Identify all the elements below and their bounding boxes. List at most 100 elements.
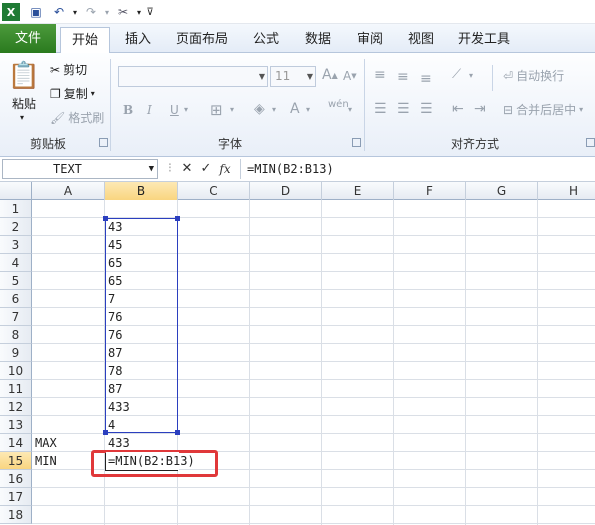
cell-b12[interactable]: 433	[106, 398, 179, 416]
row-header-15[interactable]: 15	[0, 452, 32, 470]
row-header-7[interactable]: 7	[0, 308, 32, 326]
wrap-text-button[interactable]: ⏎ 自动换行	[503, 67, 564, 84]
tab-view[interactable]: 视图	[401, 27, 441, 53]
cell-b4[interactable]: 65	[106, 254, 179, 272]
align-top-icon[interactable]: ≡	[374, 67, 386, 83]
font-size-combo[interactable]: 11 ▼	[270, 66, 316, 87]
fill-color-dropdown-icon[interactable]: ▾	[272, 105, 276, 114]
row-header-2[interactable]: 2	[0, 218, 32, 236]
align-bottom-icon[interactable]: ≡	[420, 71, 432, 87]
format-painter-button[interactable]: 🖌 格式刷	[50, 109, 104, 126]
name-box[interactable]: TEXT ▼	[2, 159, 158, 179]
quick-access-toolbar: X ▣ ↶ ▾ ↷ ▾ ✂ ▾ ⊽	[0, 0, 595, 24]
bold-icon[interactable]: B	[123, 103, 133, 117]
align-right-icon[interactable]: ☰	[420, 101, 433, 117]
align-center-icon[interactable]: ☰	[397, 101, 410, 117]
row-header-14[interactable]: 14	[0, 434, 32, 452]
decrease-indent-icon[interactable]: ⇤	[452, 101, 464, 117]
orientation-icon[interactable]: ⟋	[452, 67, 461, 82]
shrink-font-icon[interactable]: A ▼	[343, 69, 357, 83]
column-header-d[interactable]: D	[250, 182, 322, 200]
row-header-17[interactable]: 17	[0, 488, 32, 506]
row-header-3[interactable]: 3	[0, 236, 32, 254]
row-header-11[interactable]: 11	[0, 380, 32, 398]
font-color-dropdown-icon[interactable]: ▾	[306, 105, 310, 114]
column-header-f[interactable]: F	[394, 182, 466, 200]
alignment-launcher-icon[interactable]	[586, 138, 595, 147]
font-color-icon[interactable]: A	[290, 101, 300, 117]
tab-home[interactable]: 开始	[60, 27, 110, 54]
orientation-dropdown-icon[interactable]: ▾	[469, 71, 473, 80]
row-header-10[interactable]: 10	[0, 362, 32, 380]
cell-b11[interactable]: 87	[106, 380, 179, 398]
underline-icon[interactable]: U	[170, 103, 179, 117]
paste-dropdown-icon[interactable]: ▾	[20, 113, 24, 122]
tab-data[interactable]: 数据	[298, 27, 338, 53]
font-launcher-icon[interactable]	[352, 138, 361, 147]
cell-a15[interactable]: MIN	[33, 452, 106, 470]
tab-review[interactable]: 审阅	[350, 27, 390, 53]
cell-b15[interactable]: =MIN(B2:B13)	[106, 452, 195, 470]
tab-formulas[interactable]: 公式	[246, 27, 286, 53]
cell-b13[interactable]: 4	[106, 416, 179, 434]
row-header-5[interactable]: 5	[0, 272, 32, 290]
row-header-9[interactable]: 9	[0, 344, 32, 362]
cancel-icon[interactable]: ✕	[179, 160, 195, 178]
fill-color-icon[interactable]: ◈	[254, 101, 265, 117]
paste-icon[interactable]: 📋	[8, 59, 40, 93]
cell-b9[interactable]: 87	[106, 344, 179, 362]
borders-icon[interactable]: ⊞	[210, 101, 223, 119]
cell-b7[interactable]: 76	[106, 308, 179, 326]
grow-font-icon[interactable]: A ▲	[322, 67, 338, 83]
underline-dropdown-icon[interactable]: ▾	[184, 105, 188, 114]
phonetic-dropdown-icon[interactable]: ▾	[348, 105, 352, 114]
column-header-e[interactable]: E	[322, 182, 394, 200]
clipboard-launcher-icon[interactable]	[99, 138, 108, 147]
borders-dropdown-icon[interactable]: ▾	[230, 105, 234, 114]
row-header-1[interactable]: 1	[0, 200, 32, 218]
align-left-icon[interactable]: ☰	[374, 101, 387, 117]
cell-a14[interactable]: MAX	[33, 434, 106, 452]
row-header-12[interactable]: 12	[0, 398, 32, 416]
align-middle-icon[interactable]: ≡	[397, 69, 409, 85]
wrap-text-label: 自动换行	[516, 69, 565, 83]
paste-button[interactable]: 粘贴	[12, 95, 36, 112]
customize-icon[interactable]: ⊽	[141, 3, 159, 21]
insert-function-icon[interactable]: fx	[217, 160, 233, 178]
column-header-a[interactable]: A	[32, 182, 105, 200]
cell-b10[interactable]: 78	[106, 362, 179, 380]
cell-b8[interactable]: 76	[106, 326, 179, 344]
row-header-16[interactable]: 16	[0, 470, 32, 488]
row-header-13[interactable]: 13	[0, 416, 32, 434]
merge-center-button[interactable]: ⊟ 合并后居中 ▾	[503, 101, 583, 118]
column-header-c[interactable]: C	[178, 182, 250, 200]
copy-button[interactable]: ❐ 复制 ▾	[50, 85, 95, 102]
cell-b3[interactable]: 45	[106, 236, 179, 254]
increase-indent-icon[interactable]: ⇥	[474, 101, 486, 117]
formula-input[interactable]: =MIN(B2:B13)	[240, 159, 595, 179]
font-name-combo[interactable]: ▼	[118, 66, 268, 87]
row-header-6[interactable]: 6	[0, 290, 32, 308]
select-all-corner[interactable]	[0, 182, 32, 200]
gridline	[32, 523, 595, 524]
tab-developer[interactable]: 开发工具	[452, 27, 516, 53]
cell-b14[interactable]: 433	[106, 434, 179, 452]
tab-page-layout[interactable]: 页面布局	[170, 27, 234, 53]
column-header-b[interactable]: B	[105, 182, 178, 200]
group-divider	[110, 59, 111, 151]
column-header-g[interactable]: G	[466, 182, 538, 200]
save-icon[interactable]: ▣	[27, 3, 45, 21]
enter-icon[interactable]: ✓	[198, 160, 214, 178]
row-header-8[interactable]: 8	[0, 326, 32, 344]
cell-b2[interactable]: 43	[106, 218, 179, 236]
cell-b5[interactable]: 65	[106, 272, 179, 290]
column-header-h[interactable]: H	[538, 182, 595, 200]
cell-b6[interactable]: 7	[106, 290, 179, 308]
phonetic-icon[interactable]: wén	[328, 99, 349, 110]
tab-file[interactable]: 文件	[0, 24, 56, 53]
row-header-18[interactable]: 18	[0, 506, 32, 524]
tab-insert[interactable]: 插入	[118, 27, 158, 53]
cut-button[interactable]: ✂ 剪切	[50, 61, 87, 78]
row-header-4[interactable]: 4	[0, 254, 32, 272]
italic-icon[interactable]: I	[147, 103, 152, 117]
